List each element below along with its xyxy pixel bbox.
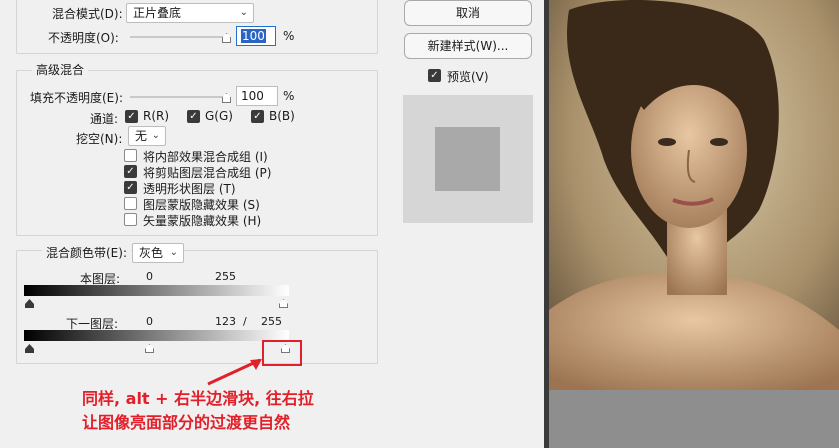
- fill-opacity-label: 填充不透明度(E):: [30, 91, 123, 105]
- this-layer-high-value: 255: [215, 270, 236, 283]
- knockout-select[interactable]: 无 ⌄: [128, 126, 166, 146]
- underlying-layer-split-slash: /: [243, 315, 247, 328]
- vector-mask-hides-effects-label: 矢量蒙版隐藏效果 (H): [143, 214, 262, 228]
- blend-mode-select[interactable]: 正片叠底 ⌄: [126, 3, 254, 23]
- blend-if-value: 灰色: [139, 246, 164, 260]
- blend-if-label: 混合颜色带(E):: [42, 244, 131, 261]
- opacity-unit: %: [283, 29, 295, 43]
- blend-mode-label: 混合模式(D):: [52, 7, 123, 21]
- fill-opacity-value: 100: [241, 89, 264, 103]
- cancel-button[interactable]: 取消: [404, 0, 532, 26]
- blend-clipped-layers-label: 将剪贴图层混合成组 (P): [143, 166, 272, 180]
- this-layer-gradient: [24, 285, 289, 296]
- annotation-line-1: 同样, alt + 右半边滑块, 往右拉: [82, 389, 314, 408]
- fill-opacity-unit: %: [283, 89, 295, 103]
- underlying-layer-gradient: [24, 330, 289, 341]
- new-style-button[interactable]: 新建样式(W)...: [404, 33, 532, 59]
- annotation-line-2: 让图像亮面部分的过渡更自然: [82, 413, 291, 432]
- layer-mask-hides-effects-checkbox[interactable]: [124, 197, 137, 210]
- underlying-layer-split-value-a: 123: [215, 315, 236, 328]
- channel-r-label: R(R): [143, 109, 170, 123]
- blend-interior-effects-label: 将内部效果混合成组 (I): [143, 150, 268, 164]
- chevron-down-icon: ⌄: [151, 130, 160, 141]
- annotation-arrow-icon: [207, 358, 262, 386]
- blend-clipped-layers-checkbox[interactable]: ✓: [124, 165, 137, 178]
- vector-mask-hides-effects-checkbox[interactable]: [124, 213, 137, 226]
- underlying-layer-split-value-b: 255: [261, 315, 282, 328]
- channel-b-checkbox[interactable]: ✓: [251, 110, 264, 123]
- channel-g-checkbox[interactable]: ✓: [187, 110, 200, 123]
- channel-b-label: B(B): [269, 109, 295, 123]
- channel-r-checkbox[interactable]: ✓: [125, 110, 138, 123]
- style-preview-square: [403, 95, 533, 223]
- blend-mode-value: 正片叠底: [133, 6, 182, 20]
- knockout-label: 挖空(N):: [76, 132, 123, 146]
- blend-interior-effects-checkbox[interactable]: [124, 149, 137, 162]
- preview-label: 预览(V): [447, 70, 489, 84]
- channel-g-label: G(G): [205, 109, 233, 123]
- this-layer-low-value: 0: [146, 270, 153, 283]
- opacity-input[interactable]: 100: [236, 26, 276, 46]
- fill-opacity-slider-track[interactable]: [130, 96, 230, 98]
- opacity-slider-track[interactable]: [130, 36, 230, 38]
- blend-if-select[interactable]: 灰色 ⌄: [132, 243, 184, 263]
- chevron-down-icon: ⌄: [169, 247, 178, 258]
- preview-checkbox[interactable]: ✓: [428, 69, 441, 82]
- transparency-shapes-layer-checkbox[interactable]: ✓: [124, 181, 137, 194]
- chevron-down-icon: ⌄: [239, 7, 248, 18]
- style-preview-inner: [435, 127, 500, 191]
- portrait-image: [549, 0, 839, 390]
- underlying-layer-low-value: 0: [146, 315, 153, 328]
- fill-opacity-input[interactable]: 100: [236, 86, 278, 106]
- canvas-area: [549, 0, 839, 448]
- blend-if-groupbox: [16, 250, 378, 364]
- layer-mask-hides-effects-label: 图层蒙版隐藏效果 (S): [143, 198, 260, 212]
- opacity-value: 100: [241, 29, 266, 43]
- advanced-blending-title: 高级混合: [32, 61, 89, 78]
- opacity-label: 不透明度(O):: [48, 31, 119, 45]
- knockout-value: 无: [135, 129, 148, 143]
- transparency-shapes-layer-label: 透明形状图层 (T): [143, 182, 236, 196]
- channels-label: 通道:: [90, 112, 119, 126]
